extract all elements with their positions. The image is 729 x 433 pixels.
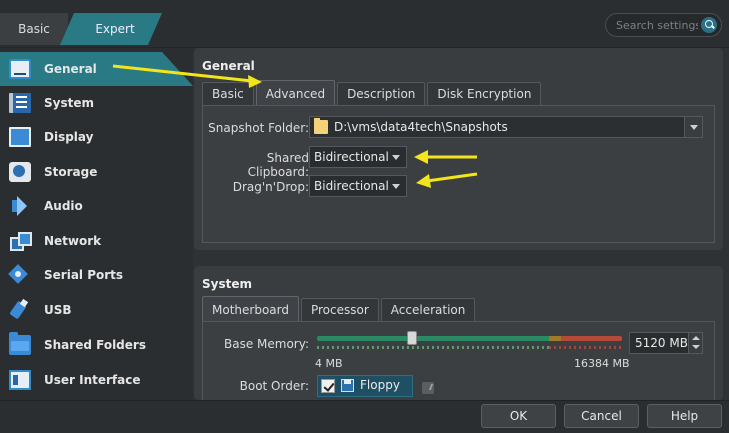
dialog-button-bar: OK Cancel Help bbox=[0, 400, 729, 433]
sidebar-item-storage[interactable]: Storage bbox=[0, 155, 193, 189]
shared-clipboard-select[interactable]: Bidirectional bbox=[309, 146, 407, 168]
search-box bbox=[605, 13, 722, 37]
base-memory-label: Base Memory: bbox=[223, 337, 309, 351]
base-memory-value: 5120 MB bbox=[635, 336, 688, 350]
mode-switcher: Basic Expert bbox=[0, 13, 162, 45]
folder-icon bbox=[314, 118, 328, 134]
snapshot-folder-label: Snapshot Folder: bbox=[208, 121, 309, 135]
drag-drop-value: Bidirectional bbox=[314, 179, 389, 193]
boot-item-checkbox[interactable] bbox=[321, 379, 335, 393]
general-tabs: Basic Advanced Description Disk Encrypti… bbox=[202, 80, 543, 106]
sidebar-item-shared-folders[interactable]: Shared Folders bbox=[0, 328, 193, 362]
memory-max-label: 16384 MB bbox=[574, 357, 630, 370]
tab-advanced[interactable]: Advanced bbox=[255, 80, 336, 106]
audio-icon bbox=[9, 196, 31, 216]
boot-order-label: Boot Order: bbox=[239, 379, 309, 393]
sidebar-item-label: Network bbox=[44, 234, 102, 248]
general-section: General Basic Advanced Description Disk … bbox=[194, 48, 723, 250]
sidebar-item-label: General bbox=[44, 62, 97, 76]
basic-mode-tab[interactable]: Basic bbox=[0, 13, 68, 45]
drag-drop-label: Drag'n'Drop: bbox=[232, 180, 309, 194]
sidebar-item-label: Audio bbox=[44, 199, 83, 213]
display-icon bbox=[9, 127, 31, 147]
drag-drop-select[interactable]: Bidirectional bbox=[309, 175, 407, 197]
tab-motherboard[interactable]: Motherboard bbox=[202, 296, 299, 322]
system-icon bbox=[9, 93, 31, 113]
user-interface-icon bbox=[9, 370, 31, 390]
sidebar-item-display[interactable]: Display bbox=[0, 120, 193, 154]
serial-ports-icon bbox=[9, 265, 31, 285]
base-memory-slider-track[interactable] bbox=[317, 336, 622, 341]
help-button[interactable]: Help bbox=[647, 404, 722, 428]
tab-acceleration[interactable]: Acceleration bbox=[380, 298, 476, 322]
general-icon bbox=[9, 59, 31, 79]
sidebar-item-audio[interactable]: Audio bbox=[0, 189, 193, 223]
chevron-down-icon bbox=[392, 155, 400, 160]
chevron-down-icon[interactable] bbox=[684, 117, 702, 137]
sidebar-item-usb[interactable]: USB bbox=[0, 293, 193, 327]
sidebar-item-label: Serial Ports bbox=[44, 268, 124, 282]
shared-folders-icon bbox=[9, 332, 31, 355]
tab-processor[interactable]: Processor bbox=[300, 298, 379, 322]
settings-sidebar: General System Display Storage Audio Net… bbox=[0, 48, 193, 400]
usb-icon bbox=[9, 300, 31, 320]
chevron-down-icon bbox=[392, 184, 400, 189]
base-memory-spinbox[interactable]: 5120 MB bbox=[629, 332, 703, 354]
floppy-icon bbox=[341, 379, 354, 392]
sidebar-item-general[interactable]: General bbox=[0, 52, 193, 86]
advanced-tab-content: Snapshot Folder: D:\vms\data4tech\Snapsh… bbox=[202, 105, 715, 243]
sidebar-item-label: USB bbox=[44, 303, 72, 317]
tab-basic[interactable]: Basic bbox=[202, 82, 254, 106]
sidebar-item-system[interactable]: System bbox=[0, 86, 193, 120]
snapshot-folder-value: D:\vms\data4tech\Snapshots bbox=[334, 120, 508, 134]
mode-bar: Basic Expert bbox=[0, 0, 729, 48]
snapshot-folder-select[interactable]: D:\vms\data4tech\Snapshots bbox=[309, 116, 703, 138]
tab-disk-encryption[interactable]: Disk Encryption bbox=[427, 82, 542, 106]
section-title: System bbox=[202, 277, 252, 291]
search-icon[interactable] bbox=[701, 17, 717, 33]
expert-mode-tab[interactable]: Expert bbox=[60, 13, 162, 45]
sidebar-item-label: Shared Folders bbox=[44, 338, 146, 352]
system-tabs: Motherboard Processor Acceleration bbox=[202, 296, 477, 322]
cancel-button[interactable]: Cancel bbox=[564, 404, 639, 428]
motherboard-tab-content: Base Memory: 4 MB 16384 MB 5120 MB Boot … bbox=[202, 321, 715, 400]
sidebar-item-user-interface[interactable]: User Interface bbox=[0, 363, 193, 397]
spin-arrows-icon[interactable] bbox=[688, 333, 702, 353]
network-icon bbox=[9, 231, 32, 251]
move-up-icon[interactable] bbox=[422, 382, 434, 394]
base-memory-slider-handle[interactable] bbox=[407, 331, 418, 345]
search-input[interactable] bbox=[616, 17, 698, 33]
ok-button[interactable]: OK bbox=[481, 404, 556, 428]
section-title: General bbox=[202, 59, 255, 73]
memory-min-label: 4 MB bbox=[315, 357, 343, 370]
boot-order-list[interactable]: Floppy bbox=[317, 375, 413, 397]
sidebar-item-label: System bbox=[44, 96, 94, 110]
shared-clipboard-label: Shared Clipboard: bbox=[247, 151, 309, 179]
tab-description[interactable]: Description bbox=[337, 82, 426, 106]
shared-clipboard-value: Bidirectional bbox=[314, 150, 389, 164]
sidebar-item-label: Storage bbox=[44, 165, 98, 179]
sidebar-item-serial-ports[interactable]: Serial Ports bbox=[0, 258, 193, 292]
sidebar-item-network[interactable]: Network bbox=[0, 224, 193, 258]
slider-ticks-safe bbox=[317, 346, 549, 349]
system-section: System Motherboard Processor Acceleratio… bbox=[194, 266, 723, 400]
sidebar-item-label: User Interface bbox=[44, 373, 141, 387]
sidebar-item-label: Display bbox=[44, 130, 94, 144]
slider-ticks-unsafe bbox=[549, 346, 622, 349]
storage-icon bbox=[9, 162, 31, 182]
boot-item-label: Floppy bbox=[360, 378, 400, 392]
